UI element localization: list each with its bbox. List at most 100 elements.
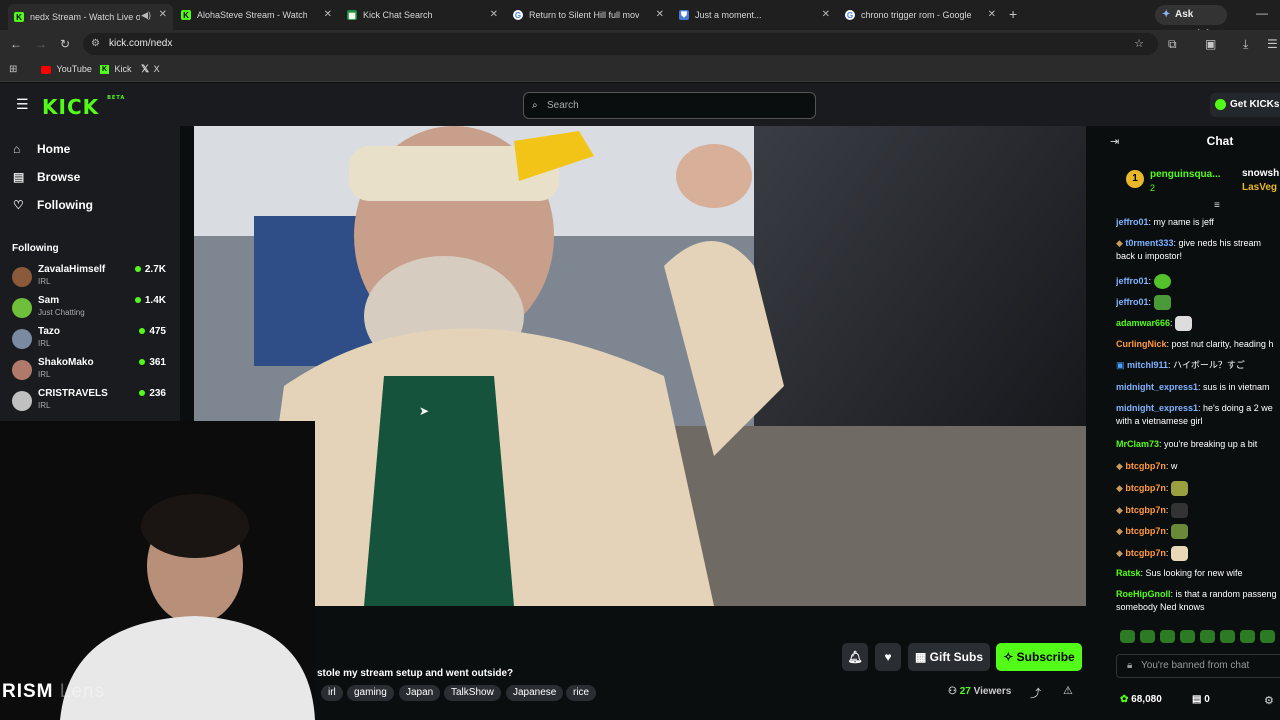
treasure-chest[interactable]: ▤ 0 (1192, 694, 1210, 705)
google-icon: G (513, 10, 523, 20)
close-tab-icon[interactable]: ✕ (324, 9, 332, 20)
browser-tab[interactable]: ▦ Kick Chat Search ✕ (341, 4, 504, 26)
close-tab-icon[interactable]: ✕ (822, 9, 830, 20)
emote-icon[interactable] (1200, 630, 1215, 643)
get-kicks-button[interactable]: Get KICKs (1210, 93, 1280, 117)
chat-message: Ratsk: Sus looking for new wife (1116, 568, 1243, 578)
notification-button[interactable]: 🔔︎ (842, 643, 868, 671)
browser-tab[interactable]: G chrono trigger rom - Google Se ✕ (839, 4, 1002, 26)
overlay-watermark: RISM Lens (2, 681, 105, 702)
following-channel[interactable]: Tazo IRL 475 (12, 326, 168, 356)
bookmark-kick[interactable]: K Kick (100, 64, 132, 75)
bell-icon: 🔔︎ (847, 650, 863, 664)
following-channel[interactable]: Sam Just Chatting 1.4K (12, 295, 168, 325)
emote-icon[interactable] (1260, 630, 1275, 643)
forward-icon[interactable]: → (35, 38, 47, 50)
emote-icon[interactable] (1240, 630, 1255, 643)
bookmark-x[interactable]: 𝕏 X (141, 64, 160, 75)
browser-tab[interactable]: K nedx Stream - Watch Live o ◀) ✕ (8, 4, 173, 30)
browser-nav-bar: ← → ↻ ⚙ kick.com/nedx ☆ ⧉ ▣ ⤓ ☰ (0, 30, 1280, 58)
browser-tab[interactable]: G Return to Silent Hill full movie ✕ (507, 4, 670, 26)
settings-gear-icon[interactable]: ⚙ (1264, 694, 1274, 707)
google-icon: G (845, 10, 855, 20)
chat-message: ◆ btcgbp7n: (1116, 503, 1280, 518)
nav-following[interactable]: ♡ Following (13, 198, 93, 212)
tag-talkshow[interactable]: TalkShow (444, 685, 501, 701)
chat-message: CurlingNick: post nut clarity, heading h (1116, 339, 1274, 349)
new-tab-icon[interactable]: + (1009, 7, 1017, 21)
tag-irl[interactable]: irl (321, 685, 343, 701)
split-view-icon[interactable]: ▣ (1205, 38, 1216, 50)
rank-badge: 1 (1126, 170, 1144, 188)
emote-icon[interactable] (1140, 630, 1155, 643)
browser-tab-bar: K nedx Stream - Watch Live o ◀) ✕ K Aloh… (0, 0, 1280, 40)
tag-japan[interactable]: Japan (399, 685, 441, 701)
channel-points[interactable]: ✿ 68,080 (1120, 694, 1162, 705)
chat-input[interactable]: 🔒︎ You're banned from chat (1116, 654, 1280, 678)
speaker-icon[interactable]: ◀) (141, 10, 151, 21)
tag-gaming[interactable]: gaming (347, 685, 394, 701)
pinned-leaderboard[interactable]: 1 penguinsqua... 2 snowsh LasVeg (1102, 154, 1280, 196)
bookmark-youtube[interactable]: YouTube (41, 64, 92, 74)
gift-subs-button[interactable]: ▦ Gift Subs (908, 643, 990, 671)
tag-rice[interactable]: rice (566, 685, 597, 701)
emote-icon (1170, 481, 1188, 496)
following-channel[interactable]: ZavalaHimself IRL 2.7K (12, 264, 168, 294)
emote-icon[interactable] (1220, 630, 1235, 643)
apps-grid-icon[interactable]: ⊞ (9, 64, 17, 76)
webcam-frame (0, 421, 315, 720)
chat-message: jeffro01: my name is jeff (1116, 217, 1214, 227)
home-icon: ⌂ (13, 142, 21, 156)
chat-message: jeffro01: (1116, 295, 1280, 310)
browser-tab[interactable]: ⛊ Just a moment... ✕ (673, 4, 836, 26)
back-icon[interactable]: ← (10, 38, 22, 50)
chat-message: ▣ mitchl911: ハイボール？すご (1116, 360, 1245, 370)
kick-logo[interactable]: KICK BETA (42, 95, 125, 119)
close-tab-icon[interactable]: ✕ (656, 9, 664, 20)
ask-gemini-button[interactable]: ✦ Ask Gemini (1155, 5, 1227, 40)
menu-icon[interactable]: ☰ (1267, 38, 1278, 50)
badge-icon: ◆ (1116, 504, 1126, 515)
tag-japanese[interactable]: Japanese (506, 685, 564, 701)
follow-button[interactable]: ♥ (875, 643, 901, 671)
search-input[interactable]: ⌕ Search (523, 92, 816, 119)
reload-icon[interactable]: ↻ (60, 38, 70, 50)
emote-icon[interactable] (1180, 630, 1195, 643)
emote-icon[interactable] (1120, 630, 1135, 643)
nav-browse[interactable]: ▤ Browse (13, 170, 80, 184)
emote-bar (1120, 630, 1280, 644)
hamburger-menu-icon[interactable]: ☰ (16, 97, 29, 111)
download-icon[interactable]: ⤓ (1243, 38, 1248, 50)
heart-icon: ♡ (13, 198, 24, 212)
close-tab-icon[interactable]: ✕ (490, 9, 498, 20)
following-channel[interactable]: ShakoMako IRL 361 (12, 357, 168, 387)
filter-icon[interactable]: ≡ (1214, 200, 1220, 211)
subscribe-button[interactable]: ✧ Subscribe (996, 643, 1082, 671)
address-bar[interactable]: ⚙ kick.com/nedx ☆ (83, 33, 1158, 55)
stream-title: stole my stream setup and went outside? (317, 668, 514, 679)
following-channel[interactable]: CRISTRAVELS IRL 236 (12, 388, 168, 418)
extensions-icon[interactable]: ⧉ (1168, 38, 1177, 50)
emote-icon[interactable] (1160, 630, 1175, 643)
gemini-icon: ✦ (1162, 9, 1171, 20)
site-info-icon[interactable]: ⚙ (91, 38, 100, 49)
close-tab-icon[interactable]: ✕ (988, 9, 996, 20)
close-tab-icon[interactable]: ✕ (159, 9, 167, 20)
video-player[interactable]: ➤ (194, 126, 1086, 606)
browser-tab[interactable]: K AlohaSteve Stream - Watch Live ✕ (175, 4, 338, 26)
sheet-icon: ▦ (347, 10, 357, 20)
chat-message: RoeHipGnoll: is that a random passeng so… (1116, 589, 1277, 612)
badge-icon: ◆ (1116, 461, 1126, 471)
following-header: Following (12, 243, 59, 254)
chat-message: midnight_express1: sus is in vietnam (1116, 382, 1270, 392)
badge-icon: ◆ (1116, 547, 1126, 558)
nav-home[interactable]: ⌂ Home (13, 142, 70, 156)
star-icon: ✧ (1003, 650, 1017, 664)
sidebar: ⌂ Home ▤ Browse ♡ Following Following Zaval… (0, 126, 180, 421)
chat-message: ◆ btcgbp7n: (1116, 546, 1280, 561)
share-icon[interactable]: ⤴ (1030, 685, 1041, 701)
report-icon[interactable]: ⚠ (1063, 684, 1073, 697)
bookmarks-bar: ⊞ YouTube K Kick 𝕏 X (0, 58, 1280, 82)
minimize-icon[interactable]: — (1256, 7, 1268, 19)
bookmark-star-icon[interactable]: ☆ (1134, 37, 1144, 50)
